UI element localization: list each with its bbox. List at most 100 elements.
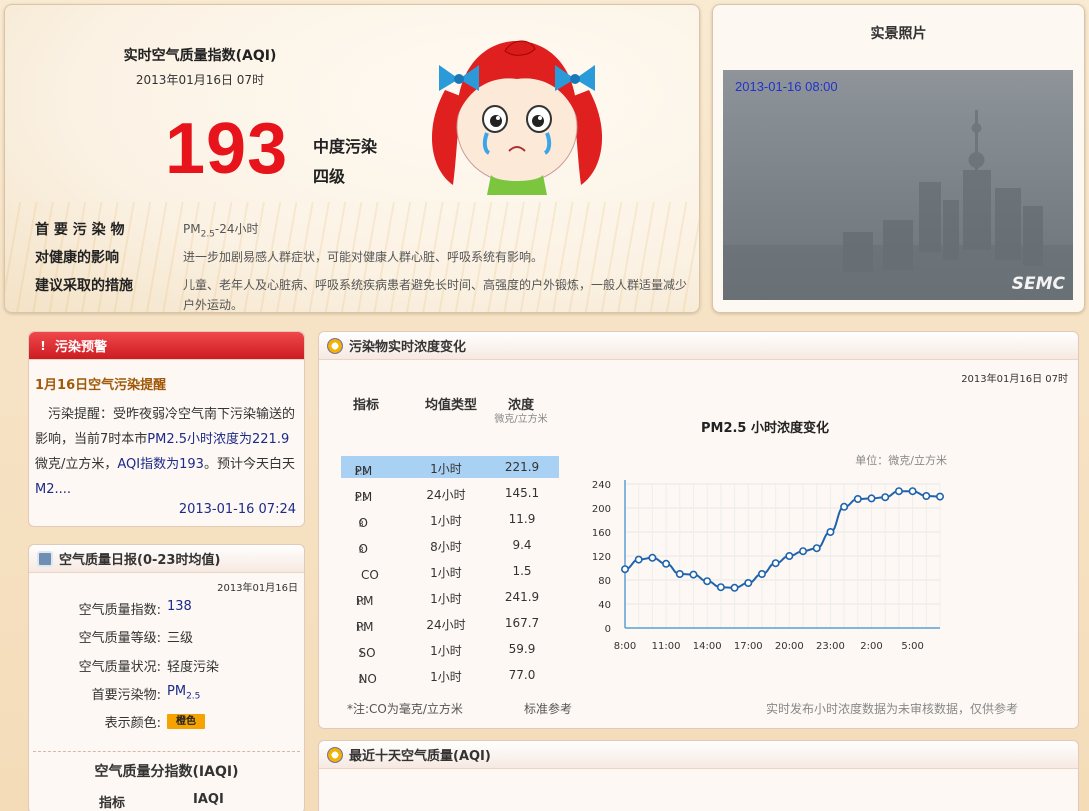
aqi-time: 2013年01月16日 07时 (135, 73, 265, 87)
data-point (744, 579, 753, 588)
x-tick-label: 14:00 (693, 641, 722, 652)
y-tick-label: 120 (592, 552, 611, 563)
th-avg-type: 均值类型 (424, 398, 477, 413)
indicator-cell: NO 2 (341, 668, 381, 686)
x-tick-label: 2:00 (860, 641, 882, 652)
indicator-cell: PM 2.5 (341, 460, 381, 478)
indicator-cell: PM 10 (341, 590, 381, 608)
table-row[interactable]: PM 2.5 24小时 145.1 (341, 482, 559, 504)
data-point (648, 553, 657, 562)
iaqi-header-value: IAQI (193, 792, 224, 807)
pollutant-subscript: 2.5 (200, 229, 215, 240)
x-tick-label: 23:00 (816, 641, 845, 652)
indicator-cell: O3 (341, 538, 381, 556)
table-row[interactable]: O 3 1小时 11.9 (341, 508, 559, 530)
primary-pollutant-label: 首 要 污 染 物 (35, 222, 125, 238)
data-point (730, 583, 739, 592)
indicator-name: O (358, 516, 368, 530)
y-tick-label: 0 (605, 624, 611, 635)
indicator-cell: SO 2 (341, 642, 381, 660)
daily-row-value: 138 (167, 599, 192, 614)
concentration-header-label: 污染物实时浓度变化 (349, 340, 467, 355)
avg-type-cell: 1小时 (430, 592, 462, 606)
daily-date: 2013年01月16日 (217, 583, 298, 594)
concentration-box: 污染物实时浓度变化 2013年01月16日 07时 指标 均值类型 浓度 微克/… (318, 331, 1079, 729)
avg-type-cell: 1小时 (430, 566, 462, 580)
table-row[interactable]: PM 2.5 1小时 221.9 (341, 456, 559, 478)
value-cell: 241.9 (504, 590, 540, 604)
indicator-name: O (358, 542, 368, 556)
skyline-image (723, 110, 1073, 300)
pollutant-subscript: 2.5 (186, 691, 201, 702)
x-tick-label: 20:00 (775, 641, 804, 652)
warning-time: 2013-01-16 07:24 (178, 502, 296, 517)
x-tick-label: 11:00 (652, 641, 681, 652)
y-tick-label: 240 (592, 480, 611, 491)
data-point (867, 494, 876, 503)
table-row[interactable]: PM 10 1小时 241.9 (341, 586, 559, 608)
data-point (894, 487, 903, 496)
warning-header: ǃ 污染预警 (29, 332, 304, 360)
pollutant-name: PM (167, 684, 187, 699)
avg-type-cell: 24小时 (426, 488, 466, 502)
data-point (675, 570, 684, 579)
standard-reference-link[interactable]: 标准参考 (524, 700, 572, 717)
warning-text-highlight: AQI指数为193 (117, 457, 204, 472)
daily-row-label: 首要污染物: (91, 688, 161, 703)
avg-type-cell: 1小时 (430, 462, 462, 476)
chart-badge-icon (327, 337, 343, 354)
disclaimer: 实时发布小时浓度数据为未审核数据，仅供参考 (765, 702, 1018, 716)
y-tick-label: 200 (592, 504, 611, 515)
avg-type-cell: 8小时 (430, 540, 462, 554)
pm25-series-line (624, 490, 941, 589)
warning-text-highlight: M2.... (35, 482, 72, 497)
indicator-name: PM (355, 594, 374, 608)
measures-label: 建议采取的措施 (35, 278, 133, 294)
value-cell: 167.7 (504, 616, 540, 630)
indicator-cell: O3 (341, 512, 381, 530)
warning-text[interactable]: 污染提醒：受昨夜弱冷空气南下污染输送的影响，当前7时本市PM2.5小时浓度为22… (35, 402, 301, 502)
pollution-warning-box: ǃ 污染预警 1月16日空气污染提醒 污染提醒：受昨夜弱冷空气南下污染输送的影响… (28, 331, 305, 527)
value-cell: 11.9 (508, 512, 536, 526)
table-row[interactable]: CO 1小时 1.5 (341, 560, 559, 582)
table-row[interactable]: PM 10 24小时 167.7 (341, 612, 559, 634)
live-photo[interactable]: 2013-01-16 08:00 SEMC (723, 70, 1073, 300)
warning-text-highlight: PM2.5小时浓度为221.9 (147, 432, 290, 447)
daily-row-label: 空气质量状况: (78, 660, 161, 675)
concentration-header: 污染物实时浓度变化 (319, 332, 1078, 360)
alert-icon: ǃ (40, 338, 46, 353)
aqi-grade: 四级 (313, 167, 346, 186)
indicator-name: PM (354, 464, 373, 478)
pollutant-suffix: -24小时 (214, 222, 259, 236)
warning-title[interactable]: 1月16日空气污染提醒 (35, 374, 166, 393)
aqi-level: 中度污染 (313, 137, 378, 156)
y-tick-label: 80 (598, 576, 611, 587)
table-row[interactable]: NO 2 1小时 77.0 (341, 664, 559, 686)
photo-title: 实景照片 (870, 26, 927, 42)
chart-title: PM2.5 小时浓度变化 (701, 420, 829, 436)
live-photo-panel: 实景照片 2013-01-16 08:00 SEMC (712, 4, 1085, 313)
chart-unit-label: 单位：微克/立方米 (855, 453, 947, 467)
x-tick-label: 8:00 (614, 641, 636, 652)
y-tick-label: 160 (592, 528, 611, 539)
table-row[interactable]: O 3 8小时 9.4 (341, 534, 559, 556)
data-point (716, 583, 725, 592)
data-point (799, 547, 808, 556)
daily-row-value: 轻度污染 (167, 660, 220, 675)
semc-logo: SEMC (1011, 274, 1065, 294)
daily-row-value: 橙色 (167, 712, 205, 729)
x-tick-label: 5:00 (901, 641, 923, 652)
data-point (853, 495, 862, 504)
color-chip: 橙色 (167, 714, 205, 729)
indicator-cell: PM 2.5 (341, 486, 381, 504)
chart-badge-icon (327, 746, 343, 763)
ten-day-header: 最近十天空气质量(AQI) (319, 741, 1078, 769)
th-unit: 微克/立方米 (494, 414, 548, 425)
photo-timestamp: 2013-01-16 08:00 (735, 79, 838, 94)
data-point (840, 502, 849, 511)
value-cell: 221.9 (504, 460, 540, 474)
indicator-name: PM (354, 490, 373, 504)
data-point (634, 555, 643, 564)
table-row[interactable]: SO 2 1小时 59.9 (341, 638, 559, 660)
daily-header-label: 空气质量日报(0-23时均值) (59, 553, 221, 568)
